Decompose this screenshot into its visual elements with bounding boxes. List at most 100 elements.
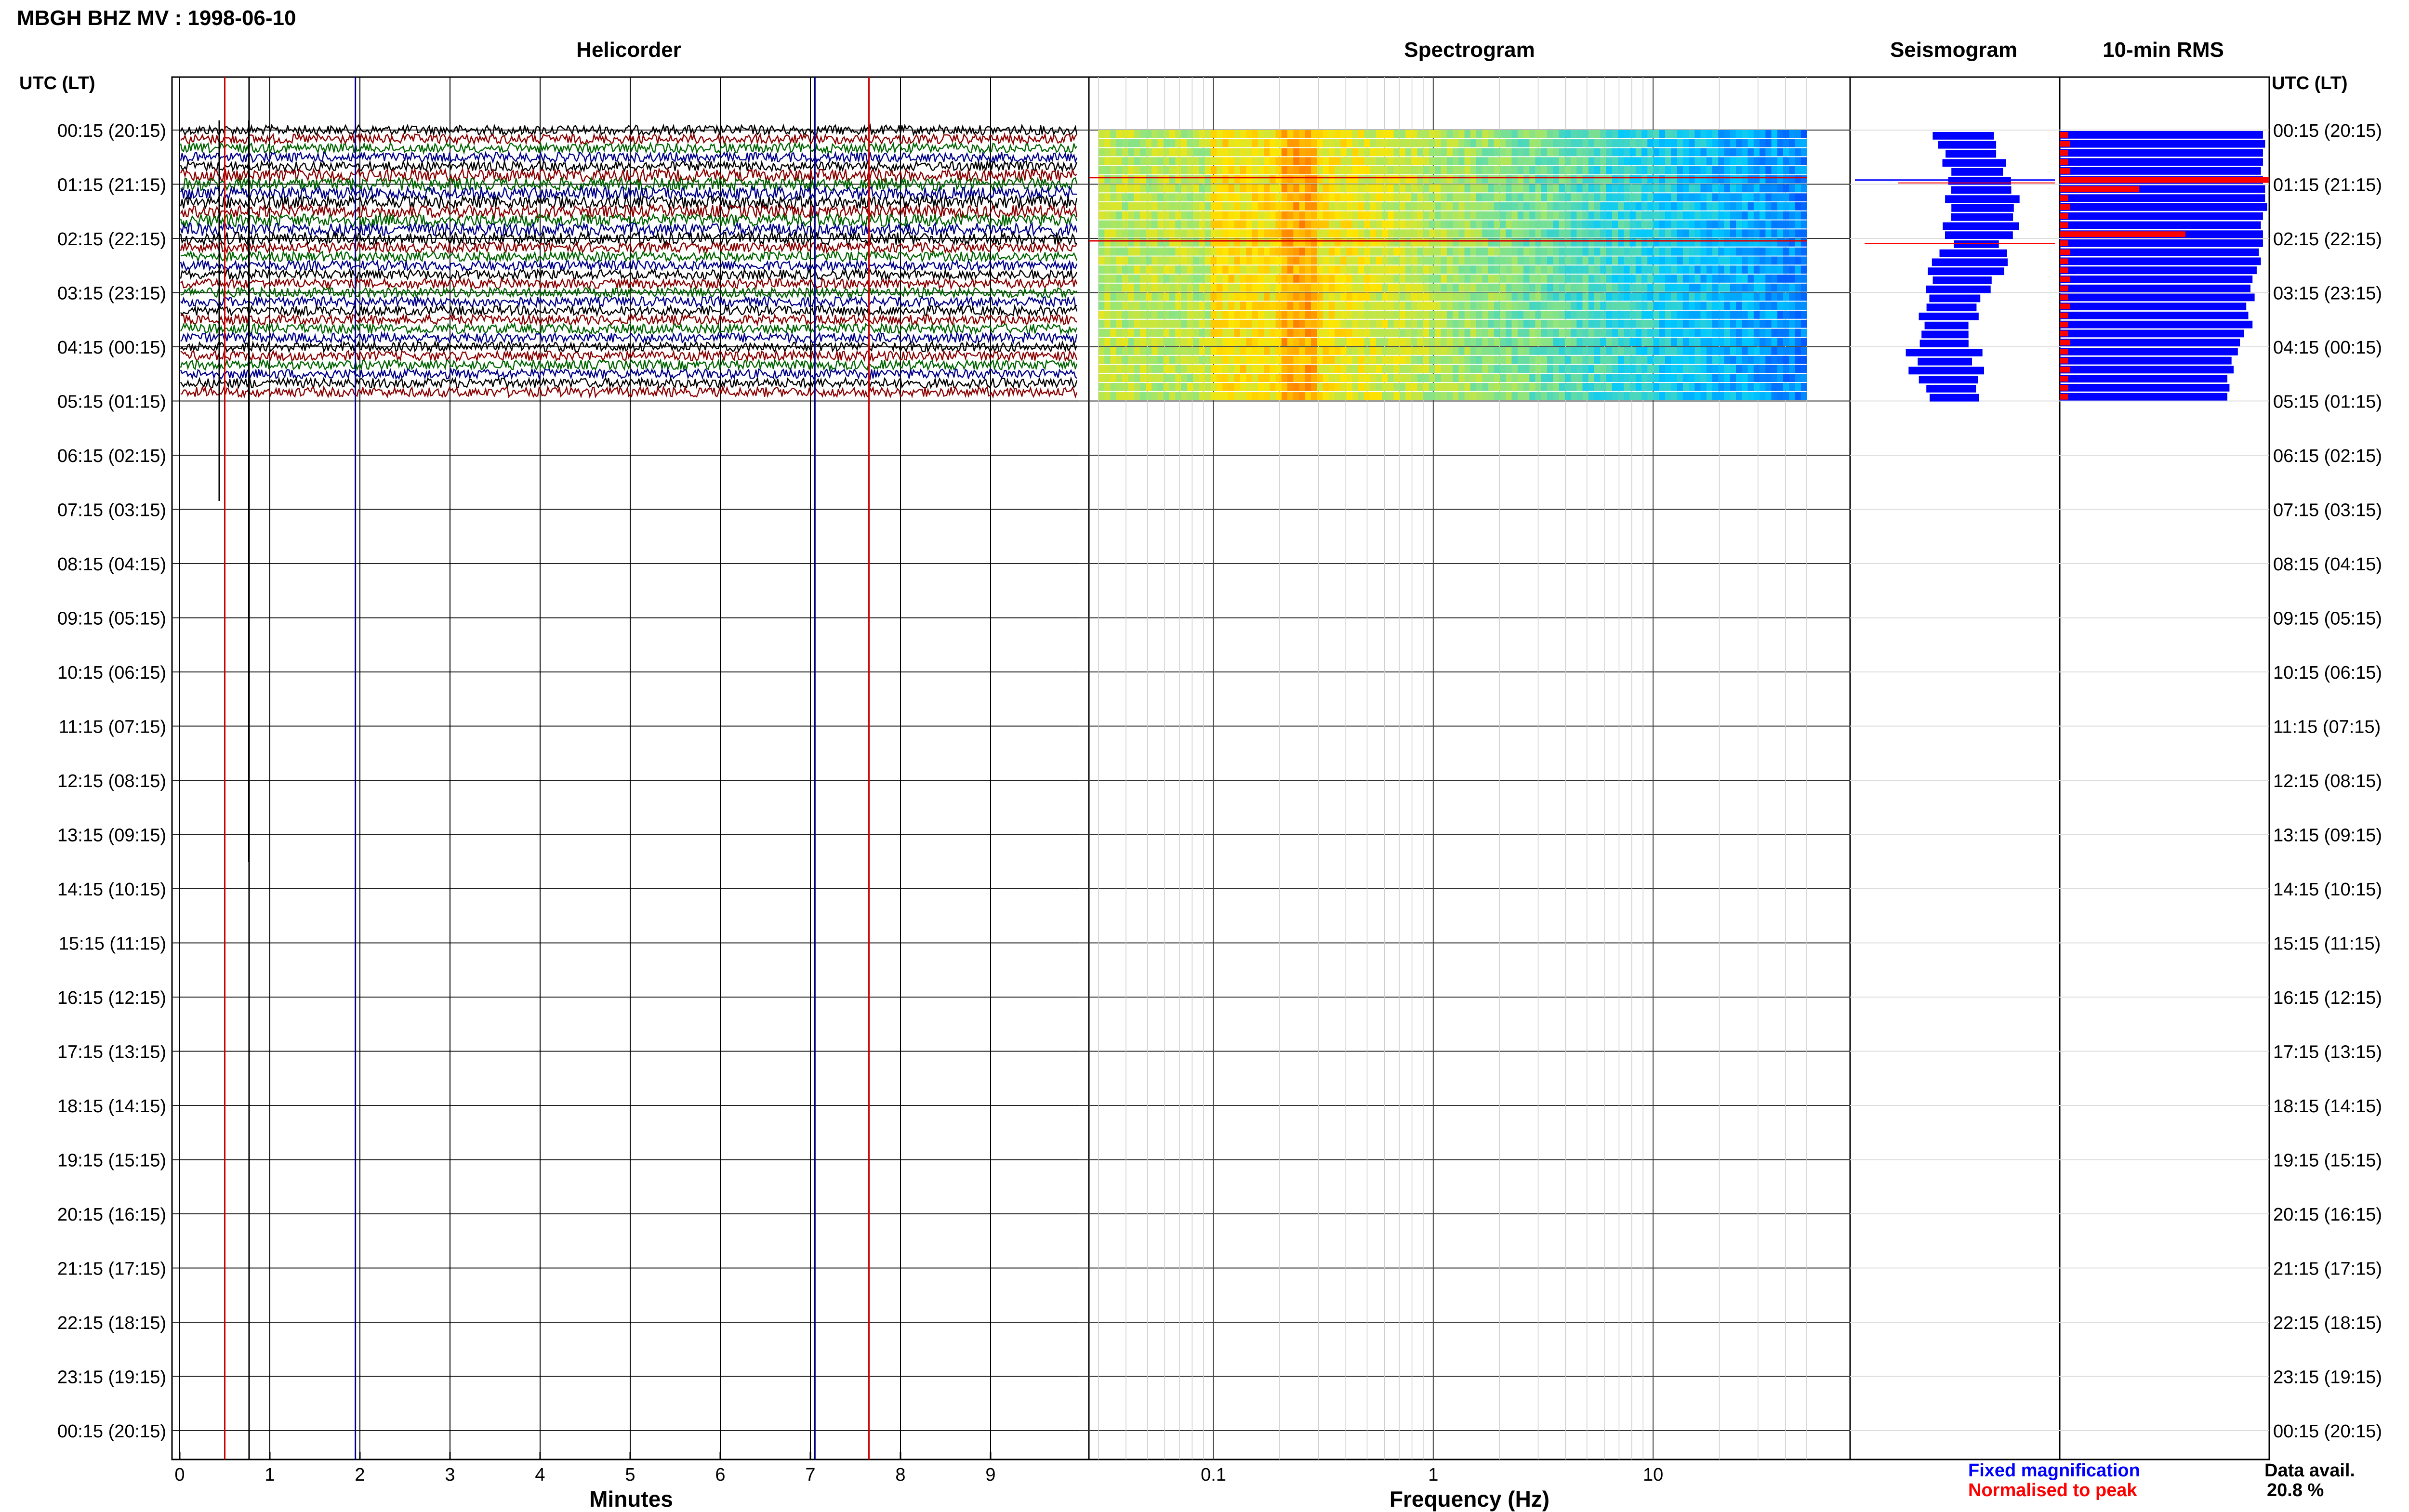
spectrogram-cell [1576,220,1583,229]
spectrogram-cell [1323,347,1329,355]
spectrogram-cell [1293,220,1300,229]
time-labels: 00:15 (20:15) 00:15 (20:15)01:15 (21:15) 0… [57,121,2382,1442]
spectrogram-cell [1718,292,1725,301]
spectrogram-cell [1128,184,1135,193]
spectrogram-cell [1175,392,1182,400]
spectrogram-cell [1370,365,1377,373]
spectrogram-cell [1582,329,1589,337]
spectrogram-cell [1228,139,1235,147]
spectrogram-cell [1742,247,1748,256]
spectrogram-cell [1152,265,1158,274]
spectrogram-cell [1252,283,1258,292]
spectrogram-cell [1564,311,1571,319]
spectrogram-cell [1305,247,1311,256]
spectrogram-cell [1795,319,1801,328]
spectrogram-cell [1789,338,1796,346]
spectrogram-cell [1275,365,1282,373]
spectrogram-cell [1175,383,1182,391]
spectrogram-cell [1612,392,1618,400]
spectrogram-cell [1612,374,1618,382]
spectrogram-cell [1588,365,1595,373]
spectrogram-cell [1494,292,1500,301]
spectrogram-cell [1511,157,1518,166]
spectrogram-cell [1541,184,1548,193]
spectrogram-cell [1393,283,1400,292]
spectrogram-cell [1453,338,1459,346]
spectrogram-cell [1352,229,1359,238]
spectrogram-cell [1299,374,1306,382]
spectrogram-cell [1653,329,1660,337]
spectrogram-cell [1175,211,1182,220]
spectrogram-cell [1647,292,1654,301]
spectrogram-cell [1582,383,1589,391]
spectrogram-cell [1500,175,1506,184]
spectrogram-cell [1157,238,1164,247]
spectrogram-cell [1187,265,1193,274]
spectrogram-cell [1760,247,1766,256]
spectrogram-cell [1293,292,1300,301]
spectrogram-cell [1110,311,1117,319]
spectrogram-cell [1547,292,1553,301]
spectrogram-cell [1582,229,1589,238]
spectrogram-cell [1594,311,1601,319]
spectrogram-cell [1099,256,1105,265]
spectrogram-cell [1446,157,1453,166]
spectrogram-cell [1311,229,1317,238]
spectrogram-cell [1747,392,1754,400]
spectrogram-cell [1458,202,1465,210]
spectrogram-cell [1482,139,1489,147]
spectrogram-cell [1122,139,1128,147]
time-label-right: 08:15 (04:15) [2273,554,2382,575]
spectrogram-cell [1706,139,1713,147]
spectrogram-cell [1659,256,1666,265]
spectrogram-cell [1682,139,1689,147]
spectrogram-cell [1500,148,1506,157]
spectrogram-cell [1187,338,1193,346]
spectrogram-cell [1204,202,1211,210]
spectrogram-cell [1682,383,1689,391]
spectrogram-cell [1753,229,1760,238]
spectrogram-cell [1264,229,1270,238]
spectrogram-cell [1234,202,1241,210]
rms-bar-normalised [2060,321,2068,328]
spectrogram-cell [1435,202,1442,210]
spectrogram-cell [1399,365,1406,373]
spectrogram-cell [1364,130,1371,138]
spectrogram-cell [1234,283,1241,292]
spectrogram-cell [1789,202,1796,210]
spectrogram-cell [1335,374,1341,382]
spectrogram-cell [1423,157,1430,166]
spectrogram-cell [1275,319,1282,328]
spectrogram-cell [1559,292,1565,301]
spectrogram-cell [1405,130,1412,138]
spectrogram-cell [1718,157,1725,166]
spectrogram-cell [1417,383,1424,391]
spectrogram-cell [1222,130,1229,138]
spectrogram-cell [1299,319,1306,328]
spectrogram-cell [1393,355,1400,364]
spectrogram-cell [1553,319,1560,328]
spectrogram-cell [1181,275,1188,283]
spectrogram-cell [1559,329,1565,337]
spectrogram-cell [1399,355,1406,364]
spectrogram-cell [1275,338,1282,346]
spectrogram-cell [1210,175,1217,184]
spectrogram-cell [1795,139,1801,147]
spectrogram-cell [1388,175,1394,184]
spectrogram-cell [1358,265,1364,274]
spectrogram-cell [1470,383,1477,391]
spectrogram-cell [1128,365,1135,373]
spectrogram-cell [1411,365,1418,373]
spectrogram-cell [1287,229,1294,238]
spectrogram-cell [1139,139,1146,147]
spectrogram-cell [1747,130,1754,138]
spectrogram-cell [1606,311,1613,319]
spectrogram-cell [1240,319,1246,328]
spectrogram-cell [1364,283,1371,292]
spectrogram-cell [1305,311,1311,319]
spectrogram-cell [1653,220,1660,229]
spectrogram-cell [1169,175,1176,184]
spectrogram-cell [1800,275,1807,283]
spectrogram-cell [1464,275,1471,283]
spectrogram-cell [1323,283,1329,292]
